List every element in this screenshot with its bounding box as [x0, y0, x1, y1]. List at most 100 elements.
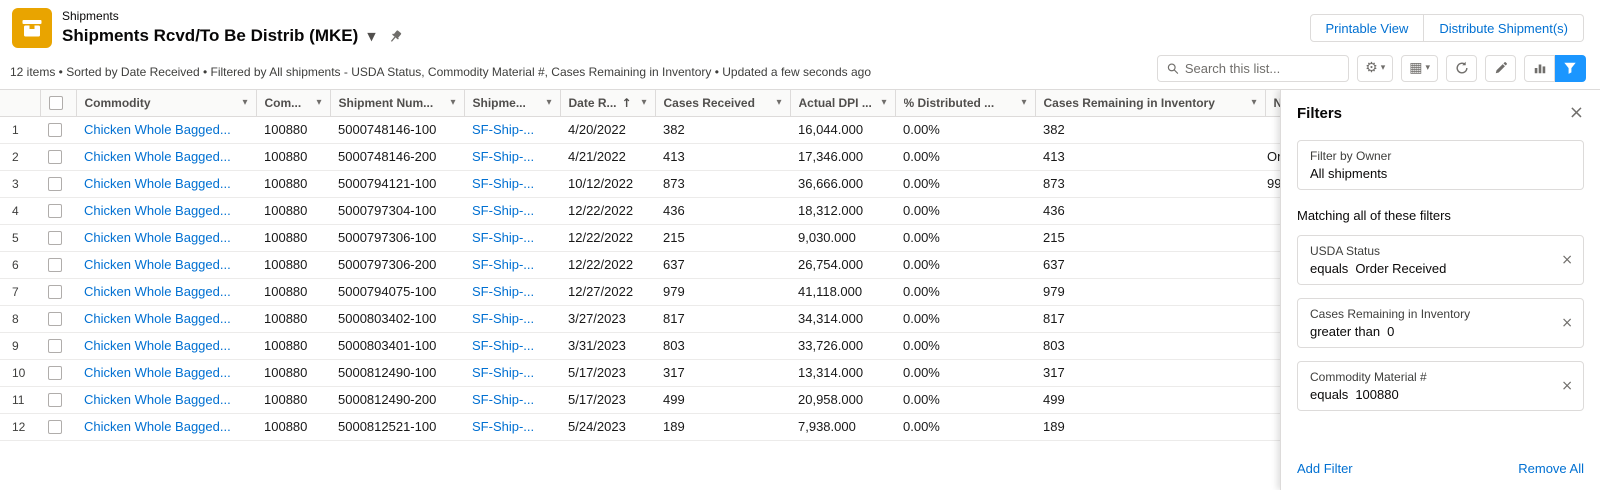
commodity-link[interactable]: Chicken Whole Bagged...: [84, 284, 231, 299]
filters-panel: Filters × Filter by Owner All shipments …: [1280, 90, 1600, 490]
column-header-shipment[interactable]: Shipme... ▾: [463, 90, 560, 117]
filter-card[interactable]: USDA Status equals Order Received ×: [1297, 235, 1584, 285]
filter-card-list: USDA Status equals Order Received × Cases…: [1297, 235, 1584, 411]
remove-filter-icon[interactable]: ×: [1561, 379, 1573, 393]
remove-filter-icon[interactable]: ×: [1561, 253, 1573, 267]
commodity-link[interactable]: Chicken Whole Bagged...: [84, 419, 231, 434]
charts-button[interactable]: [1524, 54, 1555, 82]
filters-panel-title: Filters: [1297, 104, 1343, 122]
row-checkbox[interactable]: [48, 204, 62, 219]
shipment-link[interactable]: SF-Ship-...: [472, 284, 534, 299]
row-checkbox[interactable]: [48, 393, 62, 408]
shipment-link[interactable]: SF-Ship-...: [472, 338, 534, 353]
list-view-controls-button[interactable]: ⚙ ▾: [1357, 54, 1394, 82]
filter-card[interactable]: Commodity Material # equals 100880 ×: [1297, 361, 1584, 411]
inline-edit-button[interactable]: [1485, 54, 1516, 82]
shipment-link[interactable]: SF-Ship-...: [472, 392, 534, 407]
commodity-link[interactable]: Chicken Whole Bagged...: [84, 338, 231, 353]
row-checkbox[interactable]: [48, 420, 62, 435]
column-header-shipment-number[interactable]: Shipment Num... ▾: [329, 90, 464, 117]
commodity-link[interactable]: Chicken Whole Bagged...: [84, 257, 231, 272]
chevron-down-icon: ▼: [367, 29, 376, 43]
row-number: 8: [0, 305, 40, 333]
add-filter-link[interactable]: Add Filter: [1297, 461, 1353, 476]
select-all-checkbox[interactable]: [48, 96, 63, 111]
filter-by-owner-card[interactable]: Filter by Owner All shipments: [1297, 140, 1584, 190]
shipment-link[interactable]: SF-Ship-...: [472, 365, 534, 380]
list-view-selector[interactable]: Shipments Rcvd/To Be Distrib (MKE) ▼: [62, 25, 407, 47]
shipment-link[interactable]: SF-Ship-...: [472, 311, 534, 326]
table-display-icon: ▦: [1409, 60, 1423, 76]
actual-dpi-cell: 13,314.000: [790, 359, 895, 387]
commodity-link[interactable]: Chicken Whole Bagged...: [84, 149, 231, 164]
column-header-commodity-material[interactable]: Com... ▾: [255, 90, 330, 117]
row-number: 2: [0, 143, 40, 171]
display-as-button[interactable]: ▦ ▾: [1401, 54, 1438, 82]
column-header-pct-distributed[interactable]: % Distributed ... ▾: [894, 90, 1035, 117]
shipment-link[interactable]: SF-Ship-...: [472, 203, 534, 218]
commodity-link[interactable]: Chicken Whole Bagged...: [84, 122, 231, 137]
cases-remaining-cell: 317: [1035, 359, 1265, 387]
shipment-number-cell: 5000803402-100: [330, 305, 464, 333]
column-header-cases-received[interactable]: Cases Received ▾: [654, 90, 790, 117]
date-received-cell: 5/17/2023: [560, 359, 655, 387]
search-box[interactable]: [1157, 54, 1350, 82]
commodity-link[interactable]: Chicken Whole Bagged...: [84, 176, 231, 191]
chart-icon: [1534, 64, 1545, 74]
printable-view-button[interactable]: Printable View: [1309, 14, 1425, 42]
row-checkbox[interactable]: [48, 150, 62, 165]
page-title: Shipments Rcvd/To Be Distrib (MKE): [62, 26, 359, 45]
filter-operator: equals: [1310, 261, 1349, 276]
row-number: 6: [0, 251, 40, 279]
column-header-date-received[interactable]: Date R... ↑ ▾: [559, 90, 655, 117]
list-view-actions: Printable View Distribute Shipment(s): [1309, 14, 1584, 42]
refresh-button[interactable]: [1446, 54, 1477, 82]
shipment-link[interactable]: SF-Ship-...: [472, 149, 534, 164]
shipment-link[interactable]: SF-Ship-...: [472, 419, 534, 434]
date-received-cell: 5/24/2023: [560, 413, 655, 441]
row-checkbox[interactable]: [48, 285, 62, 300]
filters-button[interactable]: [1555, 54, 1586, 82]
row-checkbox[interactable]: [48, 258, 62, 273]
row-checkbox[interactable]: [48, 231, 62, 246]
commodity-material-cell: 100880: [256, 359, 330, 387]
select-all-header[interactable]: [39, 90, 76, 117]
commodity-link[interactable]: Chicken Whole Bagged...: [84, 311, 231, 326]
commodity-link[interactable]: Chicken Whole Bagged...: [84, 230, 231, 245]
search-input[interactable]: [1184, 60, 1340, 76]
actual-dpi-cell: 9,030.000: [790, 224, 895, 252]
row-checkbox[interactable]: [48, 123, 62, 138]
row-checkbox[interactable]: [48, 366, 62, 381]
column-header-cases-remaining[interactable]: Cases Remaining in Inventory ▾: [1034, 90, 1265, 117]
commodity-link[interactable]: Chicken Whole Bagged...: [84, 392, 231, 407]
column-header-actual-dpi[interactable]: Actual DPI ... ▾: [789, 90, 895, 117]
remove-filter-icon[interactable]: ×: [1561, 316, 1573, 330]
row-checkbox[interactable]: [48, 339, 62, 354]
actual-dpi-cell: 18,312.000: [790, 197, 895, 225]
chevron-down-icon: ▾: [1425, 63, 1430, 73]
cases-received-cell: 499: [655, 386, 790, 414]
shipment-number-cell: 5000803401-100: [330, 332, 464, 360]
shipment-link[interactable]: SF-Ship-...: [472, 176, 534, 191]
pct-distributed-cell: 0.00%: [895, 278, 1035, 306]
cases-received-cell: 803: [655, 332, 790, 360]
commodity-link[interactable]: Chicken Whole Bagged...: [84, 203, 231, 218]
pin-list-view-button[interactable]: [385, 25, 407, 47]
shipment-link[interactable]: SF-Ship-...: [472, 230, 534, 245]
distribute-shipments-button[interactable]: Distribute Shipment(s): [1424, 14, 1584, 42]
remove-all-link[interactable]: Remove All: [1518, 461, 1584, 476]
shipment-link[interactable]: SF-Ship-...: [472, 257, 534, 272]
actual-dpi-cell: 17,346.000: [790, 143, 895, 171]
date-received-cell: 12/27/2022: [560, 278, 655, 306]
actual-dpi-cell: 33,726.000: [790, 332, 895, 360]
shipment-link[interactable]: SF-Ship-...: [472, 122, 534, 137]
date-received-cell: 12/22/2022: [560, 197, 655, 225]
row-checkbox[interactable]: [48, 312, 62, 327]
filter-field-name: Commodity Material #: [1310, 370, 1427, 384]
actual-dpi-cell: 7,938.000: [790, 413, 895, 441]
row-checkbox[interactable]: [48, 177, 62, 192]
close-icon[interactable]: ×: [1569, 104, 1584, 122]
column-header-commodity[interactable]: Commodity ▾: [75, 90, 256, 117]
filter-card[interactable]: Cases Remaining in Inventory greater tha…: [1297, 298, 1584, 348]
commodity-link[interactable]: Chicken Whole Bagged...: [84, 365, 231, 380]
